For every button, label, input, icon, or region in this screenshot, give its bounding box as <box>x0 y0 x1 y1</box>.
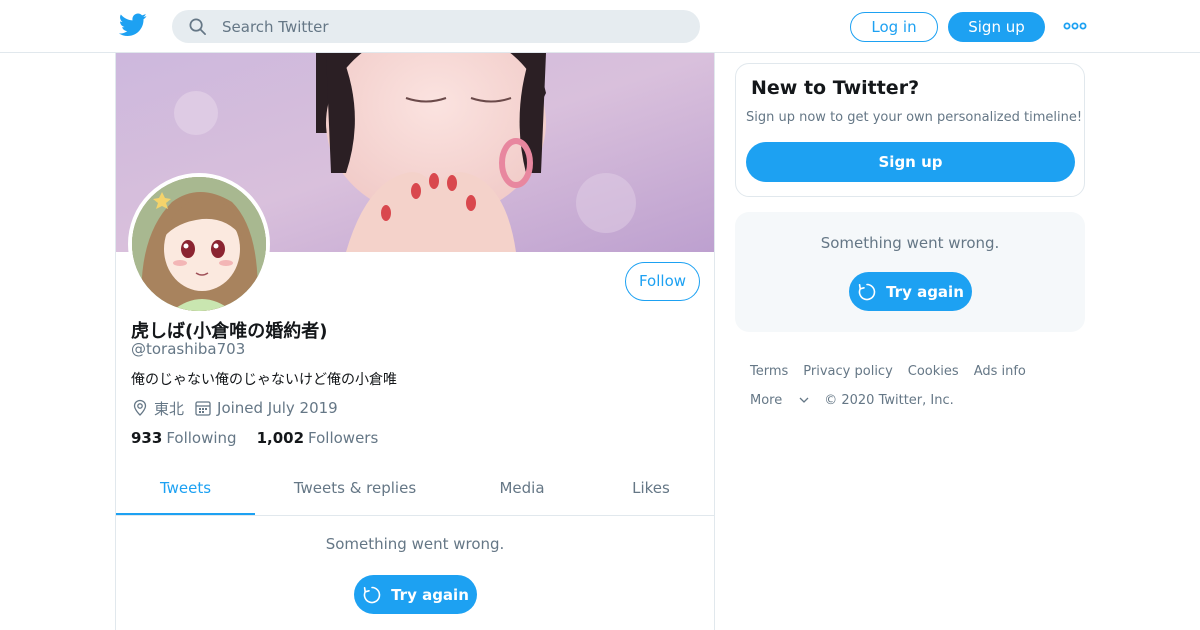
refresh-icon <box>363 586 381 603</box>
timeline-try-again-label: Try again <box>391 585 469 604</box>
profile-column: Follow 虎しば(小倉唯の婚約者) @torashiba703 俺のじゃない… <box>115 53 715 630</box>
profile-avatar[interactable] <box>128 173 270 315</box>
refresh-icon <box>858 283 876 300</box>
followers-label[interactable]: Followers <box>308 429 378 447</box>
footer-link-privacy[interactable]: Privacy policy <box>803 364 892 379</box>
new-to-twitter-card: New to Twitter? Sign up now to get your … <box>735 63 1085 197</box>
profile-bio: 俺のじゃない俺のじゃないけど俺の小倉唯 <box>131 372 397 388</box>
footer-more-link[interactable]: More <box>750 393 809 408</box>
sidebar-try-again-button[interactable]: Try again <box>849 272 972 311</box>
following-count[interactable]: 933 <box>131 429 162 447</box>
location-pin-icon <box>133 399 147 416</box>
profile-tabs: Tweets Tweets & replies Media Likes <box>116 466 714 516</box>
profile-location: 東北 <box>154 399 185 418</box>
more-dots-icon[interactable] <box>1063 18 1087 34</box>
avatar-illustration <box>132 177 266 311</box>
timeline-try-again-button[interactable]: Try again <box>354 575 477 614</box>
new-to-twitter-subtitle: Sign up now to get your own personalized… <box>746 110 1083 125</box>
new-to-twitter-title: New to Twitter? <box>751 77 920 99</box>
timeline-error-message: Something went wrong. <box>325 535 505 553</box>
profile-stats: 933 Following 1,002 Followers <box>131 429 378 447</box>
followers-count[interactable]: 1,002 <box>257 429 304 447</box>
profile-handle: @torashiba703 <box>131 340 246 358</box>
login-button[interactable]: Log in <box>850 12 938 42</box>
search-input[interactable] <box>222 10 682 43</box>
top-navigation-bar: Log in Sign up <box>0 0 1200 53</box>
sidebar-try-again-label: Try again <box>886 282 964 301</box>
tab-media[interactable]: Media <box>455 466 589 515</box>
signup-button[interactable]: Sign up <box>948 12 1045 42</box>
sidebar-error-card: Something went wrong. Try again <box>735 212 1085 332</box>
footer-link-cookies[interactable]: Cookies <box>908 364 959 379</box>
search-icon <box>189 18 206 35</box>
tab-tweets[interactable]: Tweets <box>116 466 255 515</box>
calendar-icon <box>195 401 211 416</box>
profile-joined-date: Joined July 2019 <box>217 399 338 417</box>
profile-meta: 東北 Joined July 2019 <box>131 397 338 419</box>
sidebar-footer: Terms Privacy policy Cookies Ads info Mo… <box>750 362 1080 420</box>
sidebar-error-message: Something went wrong. <box>820 234 1000 252</box>
chevron-down-icon <box>799 397 809 403</box>
sidebar-signup-button[interactable]: Sign up <box>746 142 1075 182</box>
footer-link-ads-info[interactable]: Ads info <box>974 364 1026 379</box>
tab-tweets-and-replies[interactable]: Tweets & replies <box>255 466 455 515</box>
footer-link-terms[interactable]: Terms <box>750 364 788 379</box>
footer-more-label: More <box>750 392 783 408</box>
follow-button[interactable]: Follow <box>625 262 700 301</box>
twitter-bird-icon[interactable] <box>119 13 147 37</box>
tab-likes[interactable]: Likes <box>589 466 713 515</box>
search-box[interactable] <box>172 10 700 43</box>
footer-copyright: © 2020 Twitter, Inc. <box>824 392 954 408</box>
following-label[interactable]: Following <box>166 429 236 447</box>
